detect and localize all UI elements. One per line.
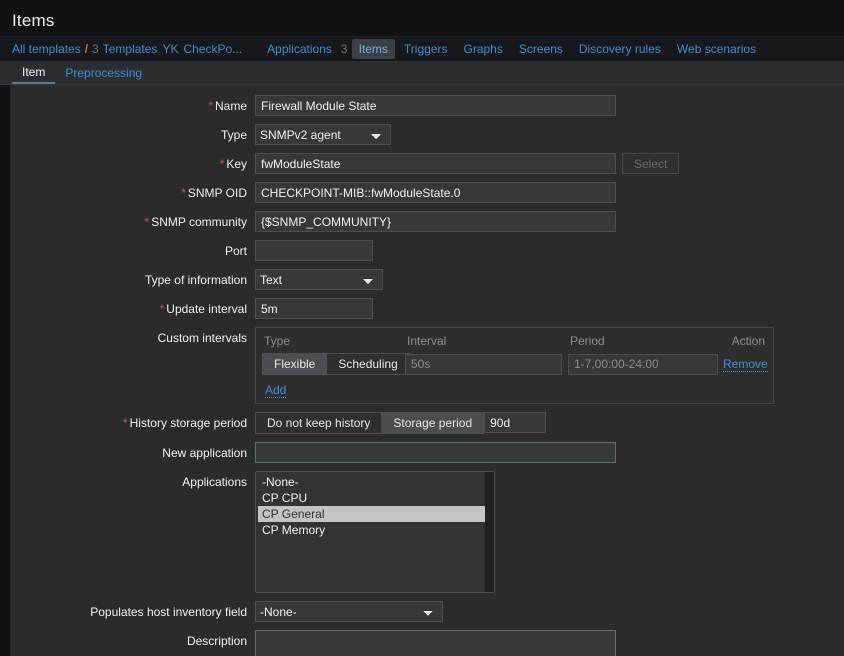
interval-type-toggle: Flexible Scheduling — [262, 353, 410, 375]
label-snmp-community: *SNMP community — [10, 211, 255, 229]
label-snmp-oid: *SNMP OID — [10, 182, 255, 200]
port-input[interactable] — [255, 240, 373, 261]
field-row-update-interval: *Update interval — [10, 298, 844, 319]
breadcrumb-template-name[interactable]: CheckPo... — [183, 42, 242, 56]
label-name: *Name — [10, 95, 255, 113]
applications-option-cp-cpu[interactable]: CP CPU — [258, 490, 494, 506]
host-inventory-field-select[interactable]: -None- — [255, 601, 443, 622]
applications-option-cp-memory[interactable]: CP Memory — [258, 522, 494, 538]
description-textarea[interactable] — [255, 630, 616, 656]
field-row-description: Description — [10, 630, 844, 656]
history-storage-toggle: Do not keep history Storage period — [255, 412, 484, 434]
label-host-inventory-field: Populates host inventory field — [10, 601, 255, 619]
field-row-name: *Name — [10, 95, 844, 116]
label-port: Port — [10, 240, 255, 258]
label-update-interval: *Update interval — [10, 298, 255, 316]
key-select-button[interactable]: Select — [622, 153, 679, 174]
field-row-port: Port — [10, 240, 844, 261]
update-interval-input[interactable] — [255, 298, 373, 319]
tab-item[interactable]: Item — [12, 61, 55, 84]
nav-item-discovery-rules[interactable]: Discovery rules — [572, 39, 668, 59]
field-row-host-inventory-field: Populates host inventory field -None- — [10, 601, 844, 622]
custom-interval-row: Flexible Scheduling Remove — [262, 353, 767, 375]
label-key: *Key — [10, 153, 255, 171]
name-input[interactable] — [255, 95, 616, 116]
required-marker: * — [208, 99, 213, 113]
type-select[interactable]: SNMPv2 agent — [255, 124, 391, 145]
required-marker: * — [123, 416, 128, 430]
column-header-action: Action — [725, 334, 767, 348]
label-type: Type — [10, 124, 255, 142]
key-input[interactable] — [255, 153, 616, 174]
label-custom-intervals: Custom intervals — [10, 327, 255, 345]
type-of-information-select[interactable]: Text — [255, 269, 383, 290]
custom-interval-add-link[interactable]: Add — [265, 383, 286, 398]
applications-option-cp-general[interactable]: CP General — [258, 506, 494, 522]
breadcrumb-all-templates[interactable]: All templates — [12, 42, 81, 56]
column-header-interval: Interval — [407, 334, 570, 348]
nav-item-screens[interactable]: Screens — [512, 39, 570, 59]
custom-interval-delay-input[interactable] — [405, 354, 562, 375]
page-body: *Name Type SNMPv2 agent *Key Select *S — [0, 85, 844, 656]
label-description: Description — [10, 630, 255, 648]
breadcrumb-templates[interactable]: Templates — [103, 42, 158, 56]
field-row-history-storage-period: *History storage period Do not keep hist… — [10, 412, 844, 434]
breadcrumb-count: 3 — [92, 42, 103, 56]
column-header-period: Period — [570, 334, 725, 348]
breadcrumb-separator: / — [81, 42, 92, 56]
nav-item-items[interactable]: Items — [352, 39, 395, 59]
nav-item-graphs[interactable]: Graphs — [456, 39, 509, 59]
field-row-snmp-community: *SNMP community — [10, 211, 844, 232]
history-storage-value-input[interactable] — [484, 412, 546, 433]
interval-type-option-flexible[interactable]: Flexible — [263, 354, 327, 374]
interval-type-option-scheduling[interactable]: Scheduling — [327, 354, 408, 374]
custom-intervals-table: Type Interval Period Action Flexible Sch… — [255, 327, 774, 404]
label-applications: Applications — [10, 471, 255, 489]
label-type-of-information: Type of information — [10, 269, 255, 287]
page-title: Items — [12, 11, 55, 31]
custom-intervals-header: Type Interval Period Action — [262, 332, 767, 353]
nav-item-applications-label: Applications — [267, 42, 332, 56]
column-header-type: Type — [264, 334, 407, 348]
history-option-do-not-keep[interactable]: Do not keep history — [256, 413, 382, 433]
label-history-storage-period: *History storage period — [10, 412, 255, 430]
navigation-bar: All templates / 3 Templates YK CheckPo..… — [0, 36, 844, 61]
snmp-oid-input[interactable] — [255, 182, 616, 203]
left-gutter — [0, 85, 10, 656]
required-marker: * — [145, 215, 150, 229]
nav-item-triggers[interactable]: Triggers — [397, 39, 455, 59]
field-row-new-application: New application — [10, 442, 844, 463]
field-row-type-of-information: Type of information Text — [10, 269, 844, 290]
history-option-storage-period[interactable]: Storage period — [382, 413, 483, 433]
field-row-applications: Applications -None- CP CPU CP General CP… — [10, 471, 844, 593]
field-row-key: *Key Select — [10, 153, 844, 174]
required-marker: * — [160, 302, 165, 316]
field-row-custom-intervals: Custom intervals Type Interval Period Ac… — [10, 327, 844, 404]
nav-item-applications-count: 3 — [341, 42, 352, 56]
label-new-application: New application — [10, 442, 255, 460]
required-marker: * — [181, 186, 186, 200]
applications-option-none[interactable]: -None- — [258, 474, 494, 490]
snmp-community-input[interactable] — [255, 211, 616, 232]
applications-listbox[interactable]: -None- CP CPU CP General CP Memory — [255, 471, 495, 593]
nav-item-applications[interactable]: Applications — [260, 39, 339, 59]
new-application-input[interactable] — [255, 442, 616, 463]
field-row-type: Type SNMPv2 agent — [10, 124, 844, 145]
sub-tab-bar: Item Preprocessing — [0, 61, 844, 85]
field-row-snmp-oid: *SNMP OID — [10, 182, 844, 203]
custom-interval-period-input[interactable] — [568, 354, 718, 375]
custom-interval-remove-link[interactable]: Remove — [723, 357, 768, 372]
item-form: *Name Type SNMPv2 agent *Key Select *S — [10, 85, 844, 656]
breadcrumb-group[interactable]: YK — [162, 42, 178, 56]
required-marker: * — [220, 157, 225, 171]
page-title-bar: Items — [0, 6, 844, 36]
nav-item-web-scenarios[interactable]: Web scenarios — [670, 39, 763, 59]
tab-preprocessing[interactable]: Preprocessing — [55, 61, 152, 84]
